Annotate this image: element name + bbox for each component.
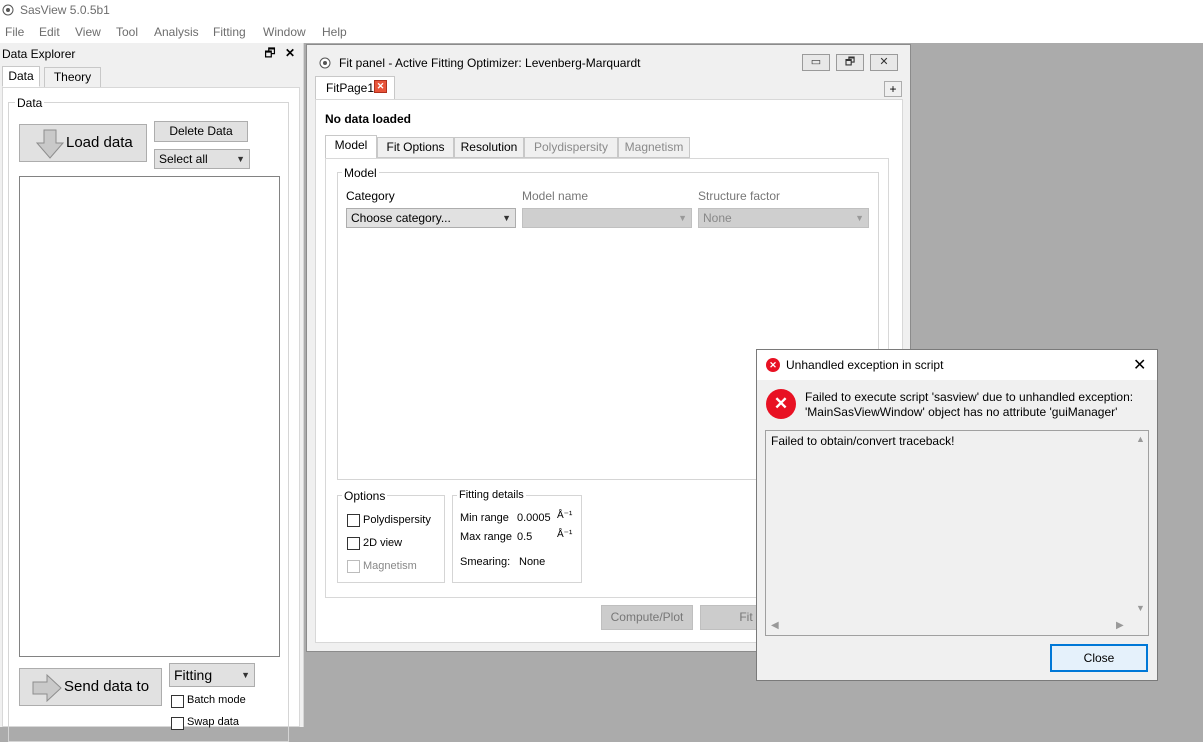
scroll-up-icon[interactable]: ▲ — [1136, 434, 1145, 444]
category-label: Category — [346, 189, 395, 203]
menu-tool[interactable]: Tool — [116, 25, 138, 39]
menu-view[interactable]: View — [75, 25, 101, 39]
menu-window[interactable]: Window — [263, 25, 306, 39]
app-title: SasView 5.0.5b1 — [20, 3, 110, 17]
batch-mode-checkbox[interactable] — [171, 695, 184, 708]
menu-bar: File Edit View Tool Analysis Fitting Win… — [0, 22, 1203, 43]
horizontal-scrollbar[interactable]: ◀ ▶ — [766, 619, 1132, 635]
2d-view-checkbox[interactable] — [347, 537, 360, 550]
chevron-down-icon: ▼ — [502, 213, 511, 223]
data-tab-panel: Data Load data Delete Data Select all ▼ … — [2, 87, 300, 742]
traceback-textarea[interactable]: Failed to obtain/convert traceback! ▲ ▼ … — [765, 430, 1149, 636]
smearing-value: None — [519, 556, 546, 568]
tab-resolution[interactable]: Resolution — [454, 137, 524, 158]
add-tab-button[interactable]: + — [884, 81, 902, 97]
right-arrow-icon — [32, 674, 62, 702]
delete-data-button[interactable]: Delete Data — [154, 121, 248, 142]
send-target-combo[interactable]: Fitting ▼ — [169, 663, 255, 687]
batch-mode-label: Batch mode — [187, 694, 246, 706]
app-titlebar: SasView 5.0.5b1 — [0, 0, 1203, 22]
tab-polydispersity[interactable]: Polydispersity — [524, 137, 618, 158]
model-group-title: Model — [342, 166, 379, 180]
close-button[interactable]: Close — [1050, 644, 1148, 672]
sasview-app-icon — [2, 4, 14, 16]
error-icon: ✕ — [766, 389, 796, 419]
error-dialog: ✕ Unhandled exception in script ✕ ✕ Fail… — [756, 349, 1158, 681]
scroll-left-icon[interactable]: ◀ — [771, 620, 779, 631]
vertical-scrollbar[interactable]: ▲ ▼ — [1132, 431, 1148, 619]
options-group-title: Options — [342, 489, 388, 503]
load-data-button[interactable]: Load data — [19, 124, 147, 162]
dialog-message-line2: 'MainSasViewWindow' object has no attrib… — [805, 405, 1118, 419]
tab-model[interactable]: Model — [325, 135, 377, 159]
tab-fit-options[interactable]: Fit Options — [377, 137, 454, 158]
menu-file[interactable]: File — [5, 25, 24, 39]
structure-factor-combo[interactable]: None ▼ — [698, 208, 869, 228]
send-data-button[interactable]: Send data to — [19, 668, 162, 706]
close-tab-icon[interactable]: ✕ — [374, 80, 387, 93]
tab-fitpage1[interactable]: FitPage1 ✕ — [315, 76, 395, 100]
chevron-down-icon: ▼ — [855, 213, 864, 223]
chevron-down-icon: ▼ — [241, 670, 250, 680]
model-name-label: Model name — [522, 189, 589, 203]
category-combo[interactable]: Choose category... ▼ — [346, 208, 516, 228]
menu-edit[interactable]: Edit — [39, 25, 60, 39]
dialog-titlebar: ✕ Unhandled exception in script ✕ — [757, 350, 1157, 380]
swap-data-label: Swap data — [187, 716, 239, 728]
swap-data-checkbox[interactable] — [171, 717, 184, 730]
status-text: No data loaded — [325, 112, 412, 126]
polydispersity-label: Polydispersity — [363, 514, 431, 526]
polydispersity-checkbox[interactable] — [347, 514, 360, 527]
magnetism-checkbox[interactable] — [347, 560, 360, 573]
scroll-down-icon[interactable]: ▼ — [1136, 603, 1145, 613]
dialog-message-line1: Failed to execute script 'sasview' due t… — [805, 390, 1134, 404]
traceback-text: Failed to obtain/convert traceback! — [771, 434, 955, 448]
data-list[interactable] — [19, 176, 280, 657]
select-combo[interactable]: Select all ▼ — [154, 149, 250, 169]
scroll-right-icon[interactable]: ▶ — [1116, 620, 1124, 631]
menu-help[interactable]: Help — [322, 25, 347, 39]
error-small-icon: ✕ — [766, 358, 780, 372]
structure-factor-label: Structure factor — [698, 189, 781, 203]
fit-panel-title: Fit panel - Active Fitting Optimizer: Le… — [339, 56, 641, 70]
fitting-details-title: Fitting details — [457, 489, 526, 501]
close-dock-icon[interactable]: ✕ — [282, 45, 298, 61]
chevron-down-icon: ▼ — [678, 213, 687, 223]
chevron-down-icon: ▼ — [236, 154, 245, 164]
2d-view-label: 2D view — [363, 537, 403, 549]
min-range-value: 0.0005 — [517, 512, 551, 524]
magnetism-label: Magnetism — [363, 560, 417, 572]
max-range-label: Max range — [460, 531, 512, 543]
model-name-combo[interactable]: ▼ — [522, 208, 692, 228]
max-range-unit: Å⁻¹ — [557, 529, 573, 540]
tab-theory[interactable]: Theory — [44, 67, 101, 88]
float-dock-icon[interactable]: 🗗 — [262, 45, 278, 61]
data-explorer-title: Data Explorer — [2, 47, 76, 61]
down-arrow-icon — [36, 129, 64, 159]
close-icon[interactable]: ✕ — [1133, 355, 1146, 375]
fit-panel-titlebar: Fit panel - Active Fitting Optimizer: Le… — [307, 45, 910, 75]
tab-data[interactable]: Data — [2, 66, 40, 87]
compute-plot-button[interactable]: Compute/Plot — [601, 605, 693, 630]
smearing-label: Smearing: — [460, 556, 511, 568]
menu-fitting[interactable]: Fitting — [213, 25, 246, 39]
min-range-unit: Å⁻¹ — [557, 510, 573, 521]
close-icon[interactable]: ✕ — [870, 54, 898, 71]
restore-icon[interactable]: 🗗 — [836, 54, 864, 71]
minimize-icon[interactable]: ▭ — [802, 54, 830, 71]
tab-magnetism[interactable]: Magnetism — [618, 137, 690, 158]
menu-analysis[interactable]: Analysis — [154, 25, 199, 39]
data-group-title: Data — [15, 96, 45, 110]
sasview-window-icon — [319, 57, 331, 69]
max-range-value: 0.5 — [517, 531, 533, 543]
min-range-label: Min range — [460, 512, 509, 524]
data-explorer-dock: Data Explorer 🗗 ✕ Data Theory Data Load … — [0, 43, 304, 742]
dialog-title: Unhandled exception in script — [786, 358, 944, 372]
